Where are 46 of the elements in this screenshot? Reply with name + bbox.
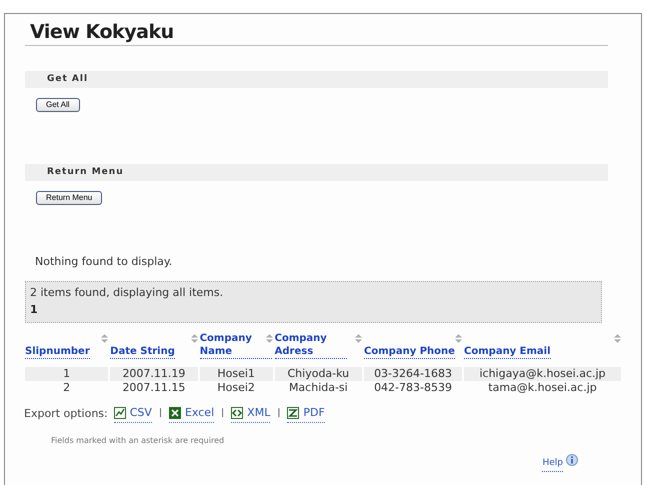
column-header-link[interactable]: Company Phone	[364, 344, 455, 358]
table-cell-text: 2007.11.15	[121, 380, 186, 394]
column-header-link[interactable]: Date String	[110, 344, 175, 358]
button[interactable]: Return Menu	[36, 191, 102, 205]
table-cell: ichigaya@k.hosei.ac.jp	[464, 366, 621, 380]
table-cell: 2007.11.19	[110, 366, 198, 380]
page-number: 1	[30, 302, 39, 318]
message-text: Nothing found to display.	[35, 254, 174, 270]
sort-icon[interactable]	[101, 334, 108, 342]
sort-icon[interactable]	[455, 334, 462, 342]
section-heading: Return Menu	[25, 164, 608, 181]
spreadsheet-icon	[168, 406, 181, 419]
button[interactable]: Get All	[36, 98, 80, 112]
sort-icon[interactable]	[190, 334, 198, 342]
export-link[interactable]: PDF	[303, 404, 325, 421]
separator-text: |	[277, 407, 280, 420]
export-link[interactable]: XML	[247, 404, 270, 421]
separator-text: |	[158, 407, 162, 420]
required-note: Fields marked with an asterisk are required	[51, 435, 226, 447]
results-text: 2 items found, displaying all items.	[30, 284, 224, 300]
chart-doc-icon	[114, 406, 126, 419]
help-link[interactable]: Help	[542, 457, 563, 472]
page-title: View Kokyaku	[30, 20, 175, 44]
sort-icon[interactable]	[355, 334, 362, 342]
table-cell-text: Hosei2	[216, 380, 256, 394]
table-cell-text: Machida-si	[288, 380, 349, 394]
export-link[interactable]: Excel	[184, 404, 214, 421]
export-label: Export options:	[24, 406, 108, 422]
section-heading: Get All	[25, 71, 608, 88]
sort-icon[interactable]	[614, 334, 621, 342]
info-icon[interactable]	[566, 454, 578, 466]
table-cell-text: 042-783-8539	[373, 380, 453, 394]
code-doc-icon	[231, 406, 244, 419]
table-cell: 03-3264-1683	[364, 366, 462, 380]
column-header-link[interactable]: Company Email	[464, 344, 551, 358]
table-cell: Hosei1	[200, 366, 273, 380]
sort-icon[interactable]	[266, 334, 273, 342]
table-cell-text: 2	[62, 380, 72, 394]
separator-text: |	[221, 407, 224, 420]
table-cell-text: tama@k.hosei.ac.jp	[487, 380, 598, 394]
document-icon	[287, 406, 300, 419]
column-header-link[interactable]: Company Adress	[274, 332, 347, 358]
column-header-link[interactable]: Slipnumber	[25, 344, 90, 358]
table-cell: Chiyoda-ku	[274, 366, 362, 380]
table-cell: 1	[25, 366, 108, 380]
export-link[interactable]: CSV	[130, 404, 152, 421]
